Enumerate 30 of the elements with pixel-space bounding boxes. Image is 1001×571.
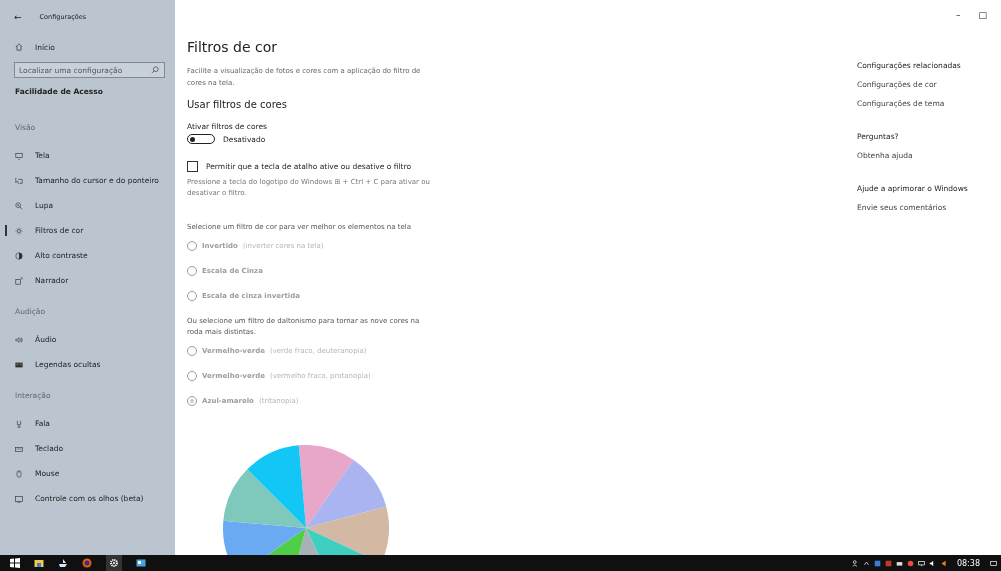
captions-icon	[15, 360, 23, 369]
speaker-icon[interactable]	[928, 559, 936, 567]
keyboard-icon	[15, 444, 23, 453]
section-title: Usar filtros de cores	[187, 99, 288, 112]
back-button[interactable]: ←	[14, 12, 22, 22]
page-title: Filtros de cor	[187, 38, 279, 57]
person-icon[interactable]	[851, 559, 859, 567]
cursor-icon	[15, 176, 23, 185]
chevron-up-icon[interactable]	[862, 559, 870, 567]
speaker-icon	[15, 335, 23, 344]
app-window-icon[interactable]	[136, 558, 146, 568]
window-control-button[interactable]: –	[956, 10, 961, 22]
settings-icon[interactable]	[106, 555, 122, 571]
notification-icon[interactable]	[990, 559, 997, 567]
mouse-icon	[15, 469, 23, 478]
mic-icon	[15, 419, 23, 428]
clock-time[interactable]: 08:38	[956, 558, 980, 568]
windows-logo-icon[interactable]	[10, 558, 20, 568]
monitor-icon	[15, 151, 23, 160]
search-icon	[151, 66, 159, 74]
folder-icon[interactable]	[34, 558, 44, 568]
window-control-button[interactable]: □	[978, 10, 987, 22]
network-icon[interactable]	[917, 559, 925, 567]
arrow-left-icon[interactable]	[939, 559, 947, 567]
ship-icon[interactable]	[58, 558, 68, 568]
contrast-icon	[15, 251, 23, 260]
sun-icon	[15, 226, 23, 235]
home-icon	[15, 43, 23, 51]
magnifier-icon	[15, 201, 23, 210]
browser-icon[interactable]	[82, 558, 92, 568]
